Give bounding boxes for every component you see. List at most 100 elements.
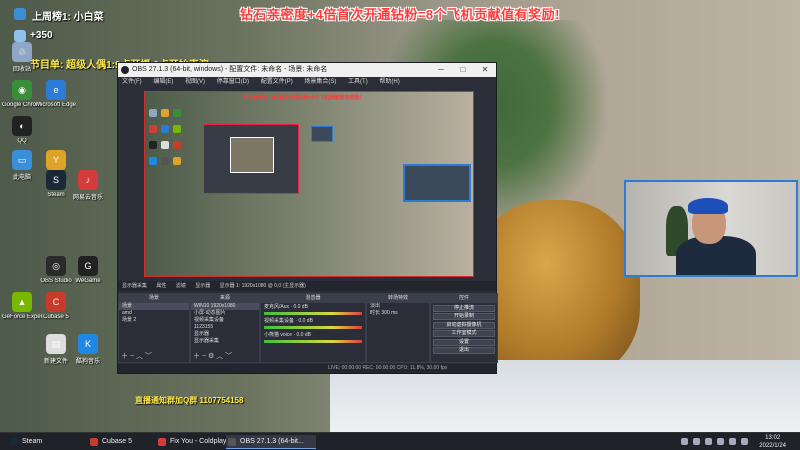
volume-meter[interactable] xyxy=(264,326,362,329)
desktop-icon-netease[interactable]: ♪ 网易云音乐 xyxy=(68,170,108,201)
obs-logo-icon xyxy=(121,66,129,74)
desktop-icon-qq[interactable]: ◐ QQ xyxy=(2,116,42,144)
source-item[interactable]: 显示器 xyxy=(191,331,259,338)
start-recording-button[interactable]: 开始录制 xyxy=(433,313,495,320)
close-icon[interactable]: ✕ xyxy=(474,63,496,77)
menu-view[interactable]: 视图(V) xyxy=(185,79,205,85)
taskbar-item-steam[interactable]: Steam xyxy=(8,435,68,449)
network-icon[interactable] xyxy=(729,438,736,445)
source-toolbar: 显示器采集 属性 滤镜 显示器 显示器 1: 1920x1080 @ 0,0 (… xyxy=(118,281,496,291)
transition-type[interactable]: 淡出 xyxy=(367,303,429,310)
desktop-icon-label: Cubase 5 xyxy=(43,314,69,320)
filters-button[interactable]: 滤镜 xyxy=(176,283,186,289)
menu-help[interactable]: 帮助(H) xyxy=(379,79,399,85)
stop-streaming-button[interactable]: 停止推流 xyxy=(433,304,495,312)
source-item[interactable]: 显示器采集 xyxy=(191,338,259,345)
desktop-icon-label: 网易云音乐 xyxy=(72,195,103,201)
desktop-icon-label: WeGame xyxy=(75,278,101,284)
menu-docks[interactable]: 停靠窗口(D) xyxy=(217,79,249,85)
tray-app-icon[interactable] xyxy=(705,438,712,445)
taskbar-item-music[interactable]: Fix You - Coldplay xyxy=(156,435,226,449)
settings-button[interactable]: 设置 xyxy=(433,338,495,346)
preview-banner: 钻石亲密度+4倍首次开通钻粉=8个飞机贡献值有奖励! xyxy=(243,95,362,101)
rank-icon xyxy=(14,8,26,20)
tray-app-icon[interactable] xyxy=(717,438,724,445)
scene-dock-controls[interactable]: ＋ − ︿ ﹀ xyxy=(121,351,152,361)
preview-desktop-icons xyxy=(147,106,197,170)
taskbar: Steam Cubase 5 Fix You - Coldplay OBS 27… xyxy=(0,432,800,450)
preview-camera-source[interactable] xyxy=(403,164,471,202)
minimize-icon[interactable]: ─ xyxy=(430,63,452,77)
clock-date: 2022/1/24 xyxy=(759,443,786,449)
desktop-icon-game[interactable]: G WeGame xyxy=(68,256,108,284)
menu-edit[interactable]: 编辑(E) xyxy=(153,79,173,85)
source-item[interactable]: 视频采集设备 xyxy=(191,317,259,324)
nested-camera xyxy=(311,126,333,142)
webcam-overlay xyxy=(624,180,798,277)
volume-meter[interactable] xyxy=(264,340,362,343)
clock-time: 13:02 xyxy=(765,435,781,441)
obs-title-text: OBS 27.1.3 (64-bit, windows) - 配置文件: 未命名… xyxy=(132,66,328,73)
obs-docks: 场景 场景 amd 场景 2 ＋ − ︿ ﹀ 来源 WIN10 1920x108… xyxy=(118,293,498,363)
mixer-track-name: 视频采集设备 · 0.0 dB xyxy=(264,318,313,324)
studio-mode-button[interactable]: 工作室模式 xyxy=(433,330,495,337)
desktop-icon-label: 回收站 xyxy=(12,67,31,73)
menu-profile[interactable]: 配置文件(P) xyxy=(261,79,293,85)
desktop-icon-edge[interactable]: e Microsoft Edge xyxy=(36,80,76,108)
mixer-track-name: 麦克风/Aux · 0.0 dB xyxy=(264,304,308,310)
nested-obs-preview xyxy=(203,124,299,194)
exit-button[interactable]: 退出 xyxy=(433,347,495,354)
netease-icon: ♪ xyxy=(78,170,98,190)
cubase-icon xyxy=(90,438,98,446)
scene-item[interactable]: amd xyxy=(119,310,189,317)
volume-icon[interactable] xyxy=(741,438,748,445)
taskbar-item-cubase[interactable]: Cubase 5 xyxy=(88,435,148,449)
desktop-icon-recycle[interactable]: ♲ 回收站 xyxy=(2,42,42,73)
nested-obs-preview-inner xyxy=(230,137,274,173)
webcam-person-cap xyxy=(688,198,728,214)
obs-titlebar[interactable]: OBS 27.1.3 (64-bit, windows) - 配置文件: 未命名… xyxy=(118,63,496,77)
desktop-icon-label: 酷狗音乐 xyxy=(75,359,100,365)
desktop-icon-label: QQ xyxy=(17,138,27,144)
source-dock-controls[interactable]: ＋ − ⚙ ︿ ﹀ xyxy=(193,351,232,361)
display-label: 显示器 xyxy=(195,283,211,289)
volume-meter[interactable] xyxy=(264,312,362,315)
menu-scene-collection[interactable]: 场景集合(S) xyxy=(304,79,336,85)
scene-item[interactable]: 场景 2 xyxy=(119,317,189,324)
doc1-icon: ▤ xyxy=(46,334,66,354)
menu-file[interactable]: 文件(F) xyxy=(122,79,142,85)
maximize-icon[interactable]: □ xyxy=(452,63,474,77)
kugou-icon: K xyxy=(78,334,98,354)
start-virtual-camera-button[interactable]: 启动虚拟摄像机 xyxy=(433,321,495,329)
weekly-rank: 上周榜1: 小白菜 xyxy=(32,12,104,23)
clock[interactable]: 13:02 2022/1/24 xyxy=(759,434,786,450)
steam-icon: S xyxy=(46,170,66,190)
mixer-dock: 混音器 麦克风/Aux · 0.0 dB 视频采集设备 · 0.0 dB 小熊猫… xyxy=(260,293,366,363)
tray-app-icon[interactable] xyxy=(681,438,688,445)
display-select[interactable]: 显示器 1: 1920x1080 @ 0,0 (主显示器) xyxy=(220,283,306,289)
scene-item[interactable]: 场景 xyxy=(119,303,189,310)
nvidia-icon: ▲ xyxy=(12,292,32,312)
source-item[interactable]: WIN10 1920x1080 xyxy=(191,303,259,310)
obs-icon xyxy=(228,438,236,446)
tray-app-icon[interactable] xyxy=(693,438,700,445)
scenes-title: 场景 xyxy=(119,294,189,303)
controls-dock: 控件 停止推流 开始录制 启动虚拟摄像机 工作室模式 设置 退出 xyxy=(430,293,498,363)
obs-menu-bar: 文件(F) 编辑(E) 视图(V) 停靠窗口(D) 配置文件(P) 场景集合(S… xyxy=(118,77,496,88)
star-icon xyxy=(14,30,26,42)
source-item[interactable]: 小屏-动态图片 xyxy=(191,310,259,317)
transitions-title: 转场特效 xyxy=(367,294,429,303)
transition-duration[interactable]: 时长 300 ms xyxy=(367,310,429,317)
menu-tools[interactable]: 工具(T) xyxy=(348,79,368,85)
taskbar-item-obs[interactable]: OBS 27.1.3 (64-bit... xyxy=(226,435,316,449)
qq-icon: ◐ xyxy=(12,116,32,136)
source-item[interactable]: 1123155 xyxy=(191,324,259,331)
obs-preview[interactable]: 钻石亲密度+4倍首次开通钻粉=8个飞机贡献值有奖励! xyxy=(144,91,474,277)
properties-button[interactable]: 属性 xyxy=(156,283,166,289)
scenes-dock: 场景 场景 amd 场景 2 ＋ − ︿ ﹀ xyxy=(118,293,190,363)
thispc-icon: ▭ xyxy=(12,150,32,170)
desktop-icon-kugou[interactable]: K 酷狗音乐 xyxy=(68,334,108,365)
obs-window[interactable]: OBS 27.1.3 (64-bit, windows) - 配置文件: 未命名… xyxy=(117,62,498,374)
desktop-icon-cubase[interactable]: C Cubase 5 xyxy=(36,292,76,320)
cubase-icon: C xyxy=(46,292,66,312)
